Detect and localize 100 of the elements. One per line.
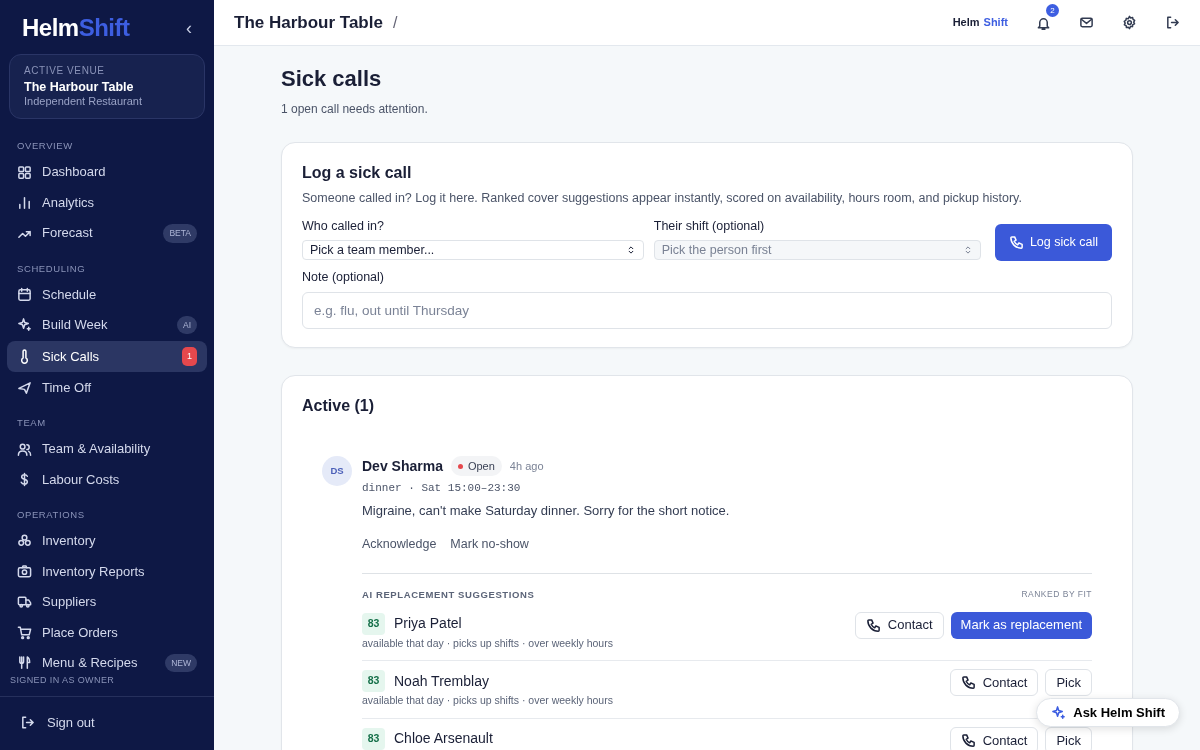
sidebar-item[interactable]: Dashboard [7, 157, 207, 187]
calendar-icon [17, 286, 32, 302]
signed-in-label: SIGNED IN AS OWNER [0, 672, 214, 697]
field-label: Note (optional) [302, 268, 385, 286]
pick-button[interactable]: Pick [1045, 726, 1092, 750]
sidebar-item[interactable]: Time Off [7, 373, 207, 403]
breadcrumb-title[interactable]: The Harbour Table [234, 9, 383, 36]
phone-icon [960, 732, 976, 748]
sidebar-item[interactable]: Suppliers [7, 587, 207, 617]
time-ago: 4h ago [509, 458, 544, 474]
notification-badge: 2 [1046, 3, 1059, 17]
score-badge: 83 [362, 670, 385, 693]
item-label: Inventory [42, 532, 96, 551]
page-title: Sick calls [281, 66, 383, 93]
venue-type: Independent Restaurant [24, 95, 144, 109]
section-heading: OPERATIONS [16, 508, 86, 523]
item-label: Sick Calls [42, 347, 100, 366]
card-title: Active (1) [302, 395, 376, 416]
item-label: Place Orders [42, 623, 118, 642]
sidebar-item[interactable]: Build Week AI [7, 310, 207, 340]
sidebar-item[interactable]: Team & Availability [7, 434, 207, 464]
count-badge: 1 [182, 346, 197, 367]
logo: HelmShift [22, 13, 130, 43]
item-label: Time Off [42, 379, 92, 398]
section-heading: OVERVIEW [16, 139, 74, 154]
tag-badge: AI [176, 315, 197, 335]
card-title: Log a sick call [302, 163, 413, 184]
sidebar-item[interactable]: Inventory Reports [7, 556, 207, 586]
ranking-label: RANKED BY FIT [1021, 588, 1092, 602]
sidebar-item[interactable]: Labour Costs [7, 465, 207, 495]
item-label: Forecast [42, 224, 93, 243]
select-field: Pick the person first [653, 239, 981, 260]
tag-badge: NEW [165, 653, 197, 672]
section-heading: TEAM [16, 416, 47, 431]
page-subtitle: 1 open call needs attention. [281, 101, 429, 119]
people-icon [17, 441, 32, 457]
candidate-name: Chloe Arsenault [394, 729, 493, 749]
brand-logo: Helm Shift [952, 15, 1008, 31]
avatar: DS [322, 455, 352, 486]
shift-info: dinner · Sat 15:00–23:30 [362, 480, 522, 496]
plane-icon [17, 380, 32, 396]
sidebar-item[interactable]: Analytics [7, 188, 207, 218]
candidate-details: available that day · picks up shifts · over weekly hours [362, 636, 614, 651]
logout-icon[interactable] [1165, 15, 1180, 30]
sidebar-item[interactable]: Sick Calls 1 [7, 340, 207, 372]
contact-button[interactable]: Contact [949, 669, 1039, 697]
candidate-name: Priya Patel [394, 614, 462, 634]
bar-chart-icon [17, 195, 32, 211]
collapse-button[interactable]: ‹ [186, 19, 192, 37]
exit-icon [20, 714, 35, 730]
tag-badge: BETA [163, 223, 197, 243]
sign-out-link[interactable]: Sign out [0, 696, 214, 750]
mark-replacement-button[interactable]: Mark as replacement [950, 611, 1092, 639]
field-label: Who called in? [302, 218, 385, 236]
item-label: Analytics [42, 193, 95, 212]
action-link[interactable]: Acknowledge [362, 534, 437, 554]
score-badge: 83 [362, 727, 385, 750]
sparkle-icon [1051, 705, 1067, 720]
phone-icon [865, 617, 881, 633]
sidebar-item[interactable]: Menu & Recipes NEW [7, 648, 207, 672]
contact-button[interactable]: Contact [854, 611, 944, 639]
sparkle-icon [17, 317, 32, 333]
ask-assistant-button[interactable]: Ask Helm Shift [1036, 698, 1180, 727]
camera-icon [17, 563, 32, 579]
log-sick-call-button[interactable]: Log sick call [994, 223, 1112, 261]
contact-button[interactable]: Contact [949, 726, 1039, 750]
mail-icon[interactable] [1079, 15, 1094, 30]
section-heading: SCHEDULING [16, 261, 87, 276]
item-label: Suppliers [42, 593, 97, 612]
pick-button[interactable]: Pick [1045, 669, 1092, 697]
truck-icon [17, 594, 32, 610]
field-label: Their shift (optional) [653, 218, 766, 236]
grid-icon [17, 164, 32, 180]
item-label: Dashboard [42, 163, 106, 182]
bell-icon[interactable] [1036, 15, 1051, 31]
status-pill: Open [450, 455, 502, 477]
phone-icon [1008, 234, 1024, 250]
settings-icon[interactable] [1122, 15, 1137, 30]
score-badge: 83 [362, 612, 385, 635]
item-label: Schedule [42, 285, 97, 304]
note-field[interactable]: e.g. flu, out until Thursday [302, 291, 1112, 329]
candidate-name: Noah Tremblay [394, 671, 489, 691]
venue-name: The Harbour Table [24, 79, 135, 96]
sidebar-item[interactable]: Forecast BETA [7, 218, 207, 248]
call-message: Migraine, can't make Saturday dinner. Sorry for the short notice. [362, 502, 731, 521]
sidebar-item[interactable]: Inventory [7, 526, 207, 556]
item-label: Menu & Recipes [42, 654, 138, 672]
sidebar-item[interactable]: Place Orders [7, 617, 207, 647]
candidate-details: available that day · picks up shifts · over weekly hours [362, 694, 614, 708]
action-link[interactable]: Mark no-show [450, 534, 529, 554]
cart-icon [17, 624, 32, 640]
card-description: Someone called in? Log it here. Ranked cover suggestions appear instantly, scored on availability, hours room, and pickup history. [302, 190, 1023, 208]
sidebar-item[interactable]: Schedule [7, 279, 207, 309]
boxes-icon [17, 533, 32, 549]
section-heading: AI REPLACEMENT SUGGESTIONS [362, 588, 535, 603]
venue-label: ACTIVE VENUE [24, 64, 106, 77]
item-label: Team & Availability [42, 440, 151, 459]
select-field[interactable]: Pick a team member... [302, 239, 644, 260]
venue-card[interactable]: ACTIVE VENUE The Harbour Table Independent Restaurant [9, 54, 205, 120]
item-label: Build Week [42, 316, 108, 335]
